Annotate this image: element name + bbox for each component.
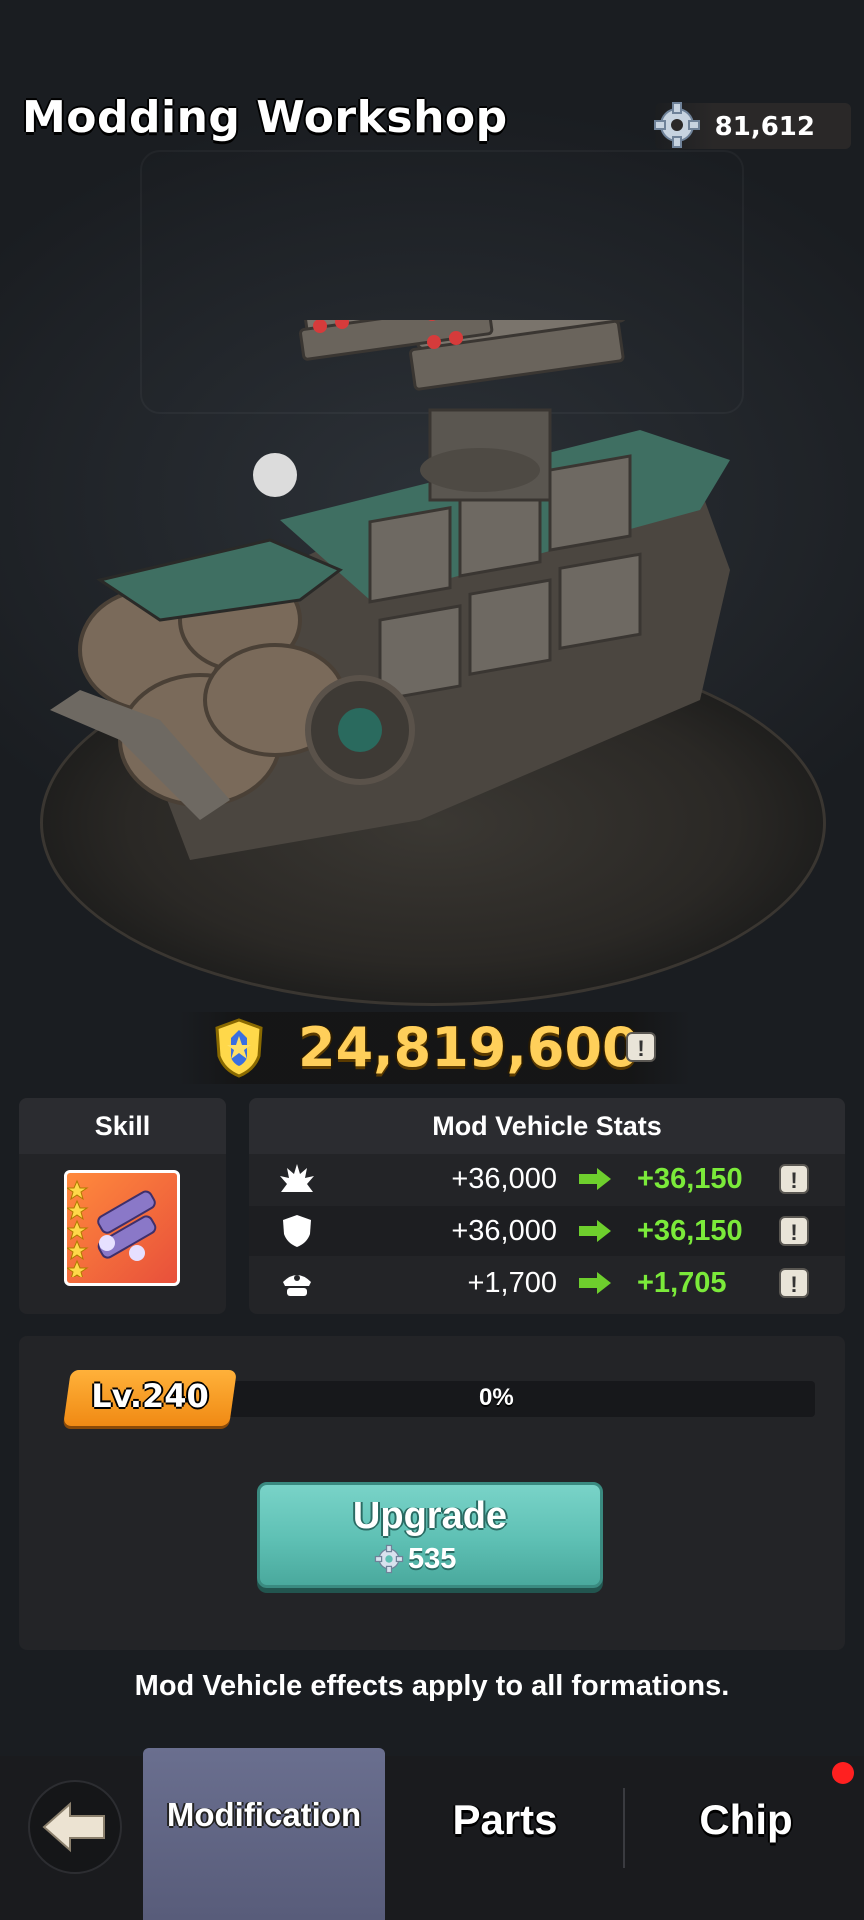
page-title: Modding Workshop <box>22 92 508 143</box>
power-info-button[interactable]: ! <box>626 1032 656 1062</box>
combat-power-value: 24,819,600 <box>298 1016 640 1079</box>
stat-current-value: +1,700 <box>467 1267 557 1299</box>
tab-label: Chip <box>699 1796 793 1843</box>
notification-dot <box>832 1762 854 1784</box>
mod-vehicle-stats-panel: Mod Vehicle Stats +36,000 +36,150 ! +36,… <box>249 1098 845 1314</box>
currency-amount: 81,612 <box>714 112 815 142</box>
arrow-right-icon <box>579 1272 611 1294</box>
gear-icon <box>374 1544 404 1574</box>
stat-current-value: +36,000 <box>451 1215 557 1247</box>
vehicle-model <box>50 320 730 860</box>
rocket-launcher-skill-icon[interactable] <box>64 1170 180 1286</box>
upgrade-button[interactable]: Upgrade 535 <box>257 1482 603 1588</box>
hp-icon <box>283 1275 311 1296</box>
arrow-right-icon <box>579 1168 611 1190</box>
upgrade-label: Upgrade <box>352 1495 508 1537</box>
upgrade-cost: 535 <box>408 1543 457 1575</box>
attack-icon <box>280 1164 314 1192</box>
back-button[interactable] <box>28 1780 122 1874</box>
tab-modification[interactable]: Modification <box>143 1748 385 1920</box>
stats-heading: Mod Vehicle Stats <box>249 1098 845 1154</box>
stat-row-hp: +1,700 +1,705 ! <box>249 1258 845 1308</box>
defense-icon <box>283 1215 311 1247</box>
skill-heading: Skill <box>19 1098 226 1154</box>
stat-next-value: +1,705 <box>637 1267 727 1299</box>
stat-info-button[interactable]: ! <box>779 1216 809 1246</box>
stat-current-value: +36,000 <box>451 1163 557 1195</box>
tab-label: Modification <box>166 1796 362 1833</box>
tab-divider <box>623 1788 625 1868</box>
gear-icon <box>654 102 700 148</box>
tab-chip[interactable]: Chip <box>636 1756 856 1920</box>
shield-star-icon <box>215 1018 263 1078</box>
back-arrow-icon <box>42 1801 105 1853</box>
currency-display[interactable]: 81,612 <box>654 102 851 149</box>
formation-effect-note: Mod Vehicle effects apply to all formati… <box>134 1670 730 1702</box>
skill-panel: Skill <box>19 1098 226 1314</box>
stat-row-attack: +36,000 +36,150 ! <box>249 1154 845 1204</box>
level-panel: Lv.240 0% Upgrade 535 <box>19 1336 845 1650</box>
stat-row-defense: +36,000 +36,150 ! <box>249 1206 845 1256</box>
tab-label: Parts <box>452 1796 558 1843</box>
level-label: Lv.240 <box>91 1377 209 1415</box>
stat-info-button[interactable]: ! <box>779 1164 809 1194</box>
arrow-right-icon <box>579 1220 611 1242</box>
tab-parts[interactable]: Parts <box>400 1756 610 1920</box>
level-progress-text: 0% <box>479 1384 514 1411</box>
stat-next-value: +36,150 <box>637 1163 743 1195</box>
bottom-nav: Modification Parts Chip <box>0 1748 864 1920</box>
stat-info-button[interactable]: ! <box>779 1268 809 1298</box>
skill-artwork <box>67 1179 157 1281</box>
stat-next-value: +36,150 <box>637 1215 743 1247</box>
